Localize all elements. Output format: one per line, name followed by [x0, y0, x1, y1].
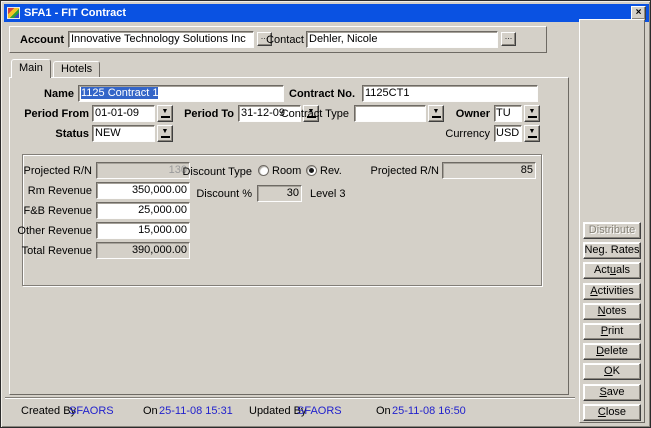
action-button-panel: Distribute Neg. Rates Actuals Activities Not… [579, 19, 645, 423]
window-title: SFA1 - FIT Contract [24, 7, 126, 19]
level-label: Level 3 [310, 188, 370, 201]
radio-room[interactable]: Room [258, 163, 301, 178]
status-dropdown-button[interactable]: ▼ [157, 125, 173, 142]
created-by-label: Created By [21, 405, 76, 418]
tab-main[interactable]: Main [11, 59, 51, 78]
status-input[interactable]: NEW [92, 125, 155, 142]
currency-dropdown-button[interactable]: ▼ [524, 125, 540, 142]
action-button-delete[interactable]: Delete [583, 343, 641, 360]
projected-rn2-label: Projected R/N [307, 165, 439, 178]
name-label: Name [10, 88, 74, 101]
currency-label: Currency [438, 128, 490, 141]
action-button-activities[interactable]: Activities [583, 283, 641, 300]
created-on-value: 25-11-08 15:31 [159, 405, 233, 418]
contract-no-input[interactable]: 1125CT1 [362, 85, 538, 102]
dropdown-icon: ▼ [528, 108, 537, 118]
total-revenue-field: 390,000.00 [96, 242, 190, 259]
rm-revenue-label: Rm Revenue [16, 185, 92, 198]
account-label: Account [18, 34, 64, 47]
tab-content-main: Name 1125 Contract 1 Contract No. 1125CT… [9, 77, 569, 395]
status-label: Status [18, 128, 89, 141]
fb-revenue-input[interactable]: 25,000.00 [96, 202, 190, 219]
radio-room-label: Room [272, 165, 301, 177]
currency-input[interactable]: USD [494, 125, 522, 142]
selected-text: 1125 Contract 1 [81, 87, 158, 99]
action-button-distribute: Distribute [583, 222, 641, 239]
app-icon [7, 7, 20, 19]
contact-lookup-button[interactable]: ... [501, 32, 516, 46]
projected-rn-label: Projected R/N [16, 165, 92, 178]
action-button-print[interactable]: Print [583, 323, 641, 340]
period-to-label: Period To [168, 108, 234, 121]
action-button-notes[interactable]: Notes [583, 303, 641, 320]
dropdown-icon: ▼ [528, 128, 537, 138]
owner-label: Owner [438, 108, 490, 121]
period-from-input[interactable]: 01-01-09 [92, 105, 155, 122]
discount-type-label: Discount Type [140, 166, 252, 179]
owner-input[interactable]: TU [494, 105, 522, 122]
titlebar[interactable]: SFA1 - FIT Contract [4, 4, 649, 22]
action-button-neg-rates[interactable]: Neg. Rates [583, 242, 641, 259]
discount-pct-field: 30 [257, 185, 302, 202]
total-revenue-label: Total Revenue [16, 245, 92, 258]
updated-on-label: On [376, 405, 391, 418]
name-input[interactable]: 1125 Contract 1 [78, 85, 284, 102]
updated-by-value: SFAORS [297, 405, 342, 418]
dropdown-icon: ▼ [161, 128, 170, 138]
statusbar-divider [5, 397, 575, 399]
close-icon: × [636, 7, 642, 18]
other-revenue-input[interactable]: 15,000.00 [96, 222, 190, 239]
close-button[interactable]: × [631, 6, 646, 20]
discount-pct-label: Discount % [140, 188, 252, 201]
period-from-label: Period From [18, 108, 89, 121]
updated-on-value: 25-11-08 16:50 [392, 405, 466, 418]
contact-label: Contact [266, 34, 304, 47]
account-input[interactable]: Innovative Technology Solutions Inc [68, 31, 254, 48]
action-button-ok[interactable]: OK [583, 363, 641, 380]
radio-icon [258, 165, 269, 176]
action-button-actuals[interactable]: Actuals [583, 262, 641, 279]
created-by-value: SFAORS [69, 405, 114, 418]
other-revenue-label: Other Revenue [16, 225, 92, 238]
account-panel: Account Innovative Technology Solutions … [9, 26, 547, 53]
action-button-close[interactable]: Close [583, 404, 641, 421]
created-on-label: On [143, 405, 158, 418]
contact-input[interactable]: Dehler, Nicole [306, 31, 498, 48]
contract-no-label: Contract No. [258, 88, 355, 101]
fit-contract-window: SFA1 - FIT Contract × Account Innovative… [0, 0, 651, 428]
ellipsis-icon: ... [505, 31, 513, 41]
owner-dropdown-button[interactable]: ▼ [524, 105, 540, 122]
tab-hotels[interactable]: Hotels [53, 61, 100, 78]
contract-type-label: Contract Type [274, 108, 349, 121]
action-button-save[interactable]: Save [583, 384, 641, 401]
contract-type-input[interactable] [354, 105, 426, 122]
projected-rn2-field: 85 [442, 162, 536, 179]
fb-revenue-label: F&B Revenue [16, 205, 92, 218]
